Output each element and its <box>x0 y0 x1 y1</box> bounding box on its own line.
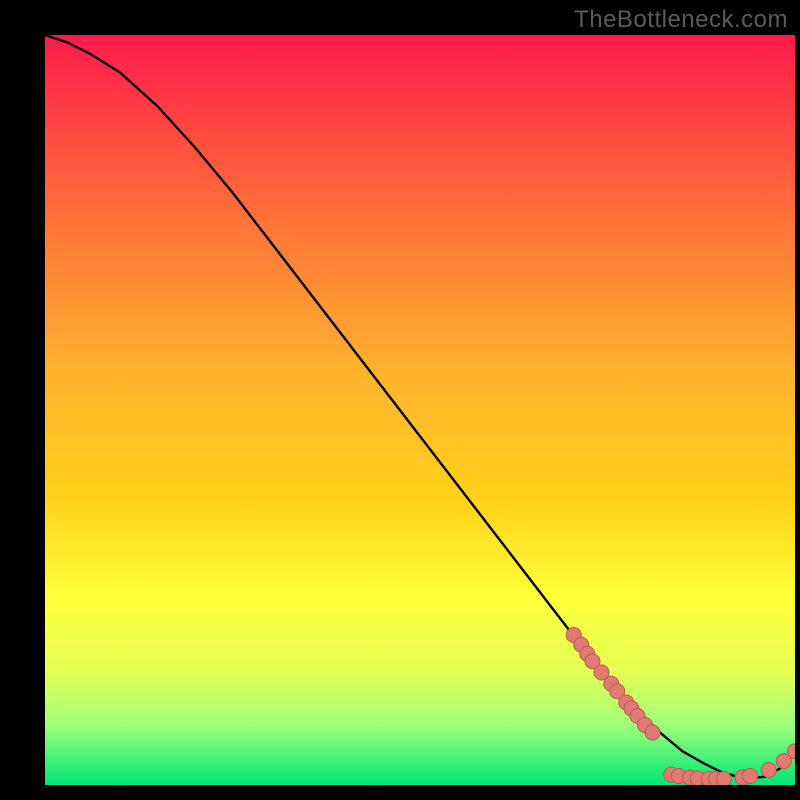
watermark-text: TheBottleneck.com <box>574 6 788 34</box>
chart-svg <box>45 35 795 785</box>
gradient-background <box>45 35 795 785</box>
chart-stage: TheBottleneck.com <box>0 0 800 800</box>
data-dot <box>743 769 758 784</box>
data-dot <box>716 772 731 786</box>
data-dot <box>645 725 660 740</box>
data-dot <box>761 763 776 778</box>
plot-area <box>45 35 795 785</box>
